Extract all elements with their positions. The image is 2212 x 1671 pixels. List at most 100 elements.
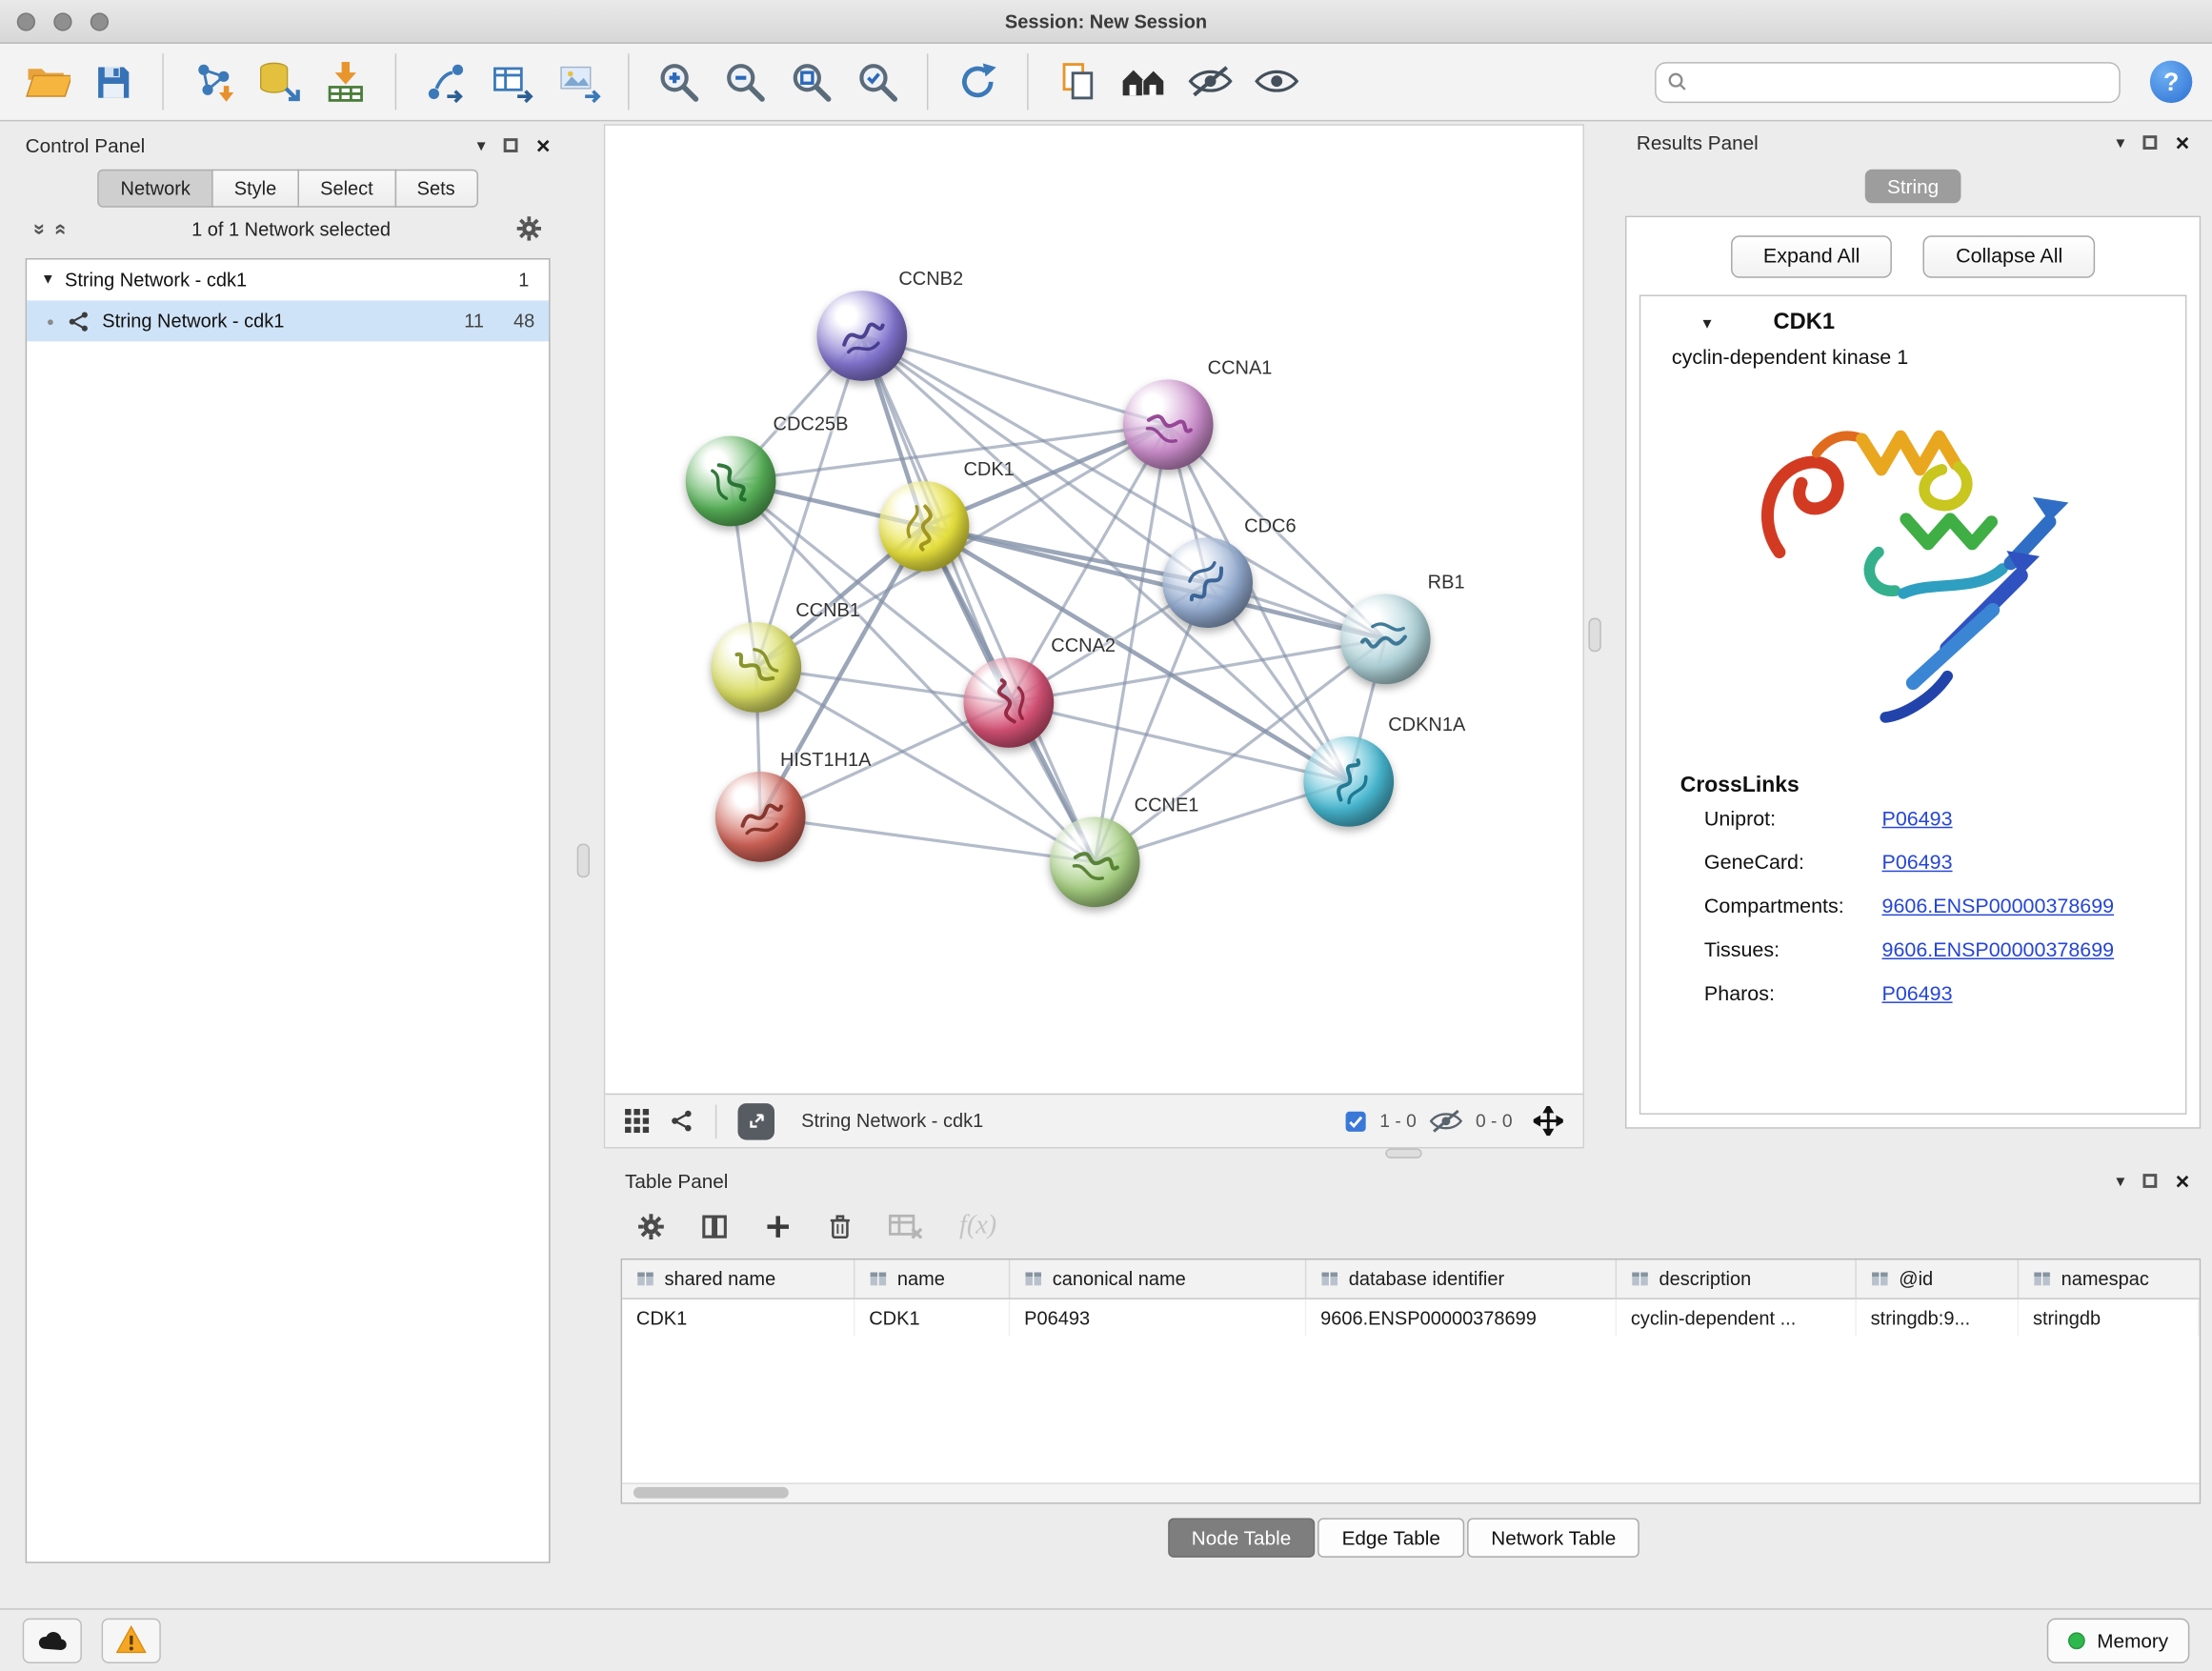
network-node-HIST1H1A[interactable] xyxy=(715,772,806,862)
splitter-handle-bottom[interactable] xyxy=(1385,1148,1422,1158)
panel-close-icon[interactable]: × xyxy=(536,133,551,157)
gear-icon[interactable] xyxy=(516,216,542,242)
new-network-from-selection-icon[interactable] xyxy=(419,53,473,110)
column-header[interactable]: shared name xyxy=(622,1259,855,1298)
selected-checkbox-icon[interactable] xyxy=(1344,1110,1367,1133)
collapse-all-button[interactable]: Collapse All xyxy=(1923,235,2095,277)
zoom-fit-icon[interactable] xyxy=(784,53,837,110)
network-node-CCNE1[interactable] xyxy=(1050,816,1140,907)
warnings-button[interactable] xyxy=(102,1618,161,1662)
tab-select[interactable]: Select xyxy=(297,170,395,208)
crosslink-link[interactable]: P06493 xyxy=(1882,798,1953,842)
section-collapse-icon[interactable]: ▾ xyxy=(1702,313,1711,333)
table-cell[interactable]: stringdb xyxy=(2019,1299,2200,1337)
network-collection-row[interactable]: ▼ String Network - cdk1 1 xyxy=(27,259,549,300)
help-button[interactable]: ? xyxy=(2150,61,2192,103)
table-settings-gear-icon[interactable] xyxy=(637,1213,664,1239)
column-header[interactable]: name xyxy=(855,1259,1010,1298)
column-header[interactable]: @id xyxy=(1857,1259,2019,1298)
show-columns-icon[interactable] xyxy=(701,1213,728,1239)
tab-style[interactable]: Style xyxy=(211,170,299,208)
control-panel-title: Control Panel xyxy=(26,134,146,157)
network-node-CCNA1[interactable] xyxy=(1123,379,1214,470)
panel-menu-icon[interactable]: ▾ xyxy=(2116,1171,2124,1191)
panel-close-icon[interactable]: × xyxy=(2176,1169,2190,1193)
network-node-CDKN1A[interactable] xyxy=(1303,736,1394,827)
expand-all-icon[interactable]: » xyxy=(50,223,70,234)
table-cell[interactable]: CDK1 xyxy=(622,1299,855,1337)
column-header[interactable]: description xyxy=(1617,1259,1857,1298)
panel-float-icon[interactable] xyxy=(504,138,518,152)
copy-document-icon[interactable] xyxy=(1051,53,1104,110)
table-cell[interactable]: cyclin-dependent ... xyxy=(1617,1299,1857,1337)
tree-expand-icon[interactable]: ▼ xyxy=(41,272,55,288)
network-row-selected[interactable]: ● String Network - cdk1 11 48 xyxy=(27,300,549,341)
save-session-icon[interactable] xyxy=(86,53,139,110)
toolbar-separator xyxy=(1027,53,1028,110)
tab-edge-table[interactable]: Edge Table xyxy=(1317,1518,1464,1557)
panel-menu-icon[interactable]: ▾ xyxy=(2116,132,2124,152)
splitter-handle-left[interactable] xyxy=(577,844,590,878)
table-row[interactable]: CDK1 CDK1 P06493 9606.ENSP00000378699 cy… xyxy=(622,1299,2200,1337)
network-node-RB1[interactable] xyxy=(1340,594,1431,684)
add-column-plus-icon[interactable] xyxy=(765,1213,792,1239)
crosslink-link[interactable]: P06493 xyxy=(1882,842,1953,886)
memory-button[interactable]: Memory xyxy=(2047,1618,2189,1662)
zoom-in-icon[interactable] xyxy=(652,53,705,110)
tab-network[interactable]: Network xyxy=(98,170,213,208)
zoom-selected-icon[interactable] xyxy=(851,53,904,110)
tab-node-table[interactable]: Node Table xyxy=(1168,1518,1316,1557)
show-eye-icon[interactable] xyxy=(1250,53,1303,110)
results-tab-string[interactable]: String xyxy=(1864,170,1961,204)
table-cell[interactable]: 9606.ENSP00000378699 xyxy=(1306,1299,1617,1337)
scrollbar-thumb[interactable] xyxy=(633,1487,789,1499)
toolbar-search[interactable] xyxy=(1655,61,2121,102)
network-node-CCNB2[interactable] xyxy=(816,291,907,381)
network-node-CDC25B[interactable] xyxy=(686,436,776,527)
table-cell[interactable]: P06493 xyxy=(1010,1299,1306,1337)
refresh-layout-icon[interactable] xyxy=(951,53,1004,110)
panel-menu-icon[interactable]: ▾ xyxy=(477,135,486,155)
table-horizontal-scrollbar[interactable] xyxy=(622,1482,2200,1502)
network-canvas[interactable]: CCNB2CCNA1CDC25BCDK1CDC6RB1CCNB1CCNA2CDK… xyxy=(605,126,1582,1094)
tab-sets[interactable]: Sets xyxy=(394,170,477,208)
network-node-CDC6[interactable] xyxy=(1162,537,1253,628)
export-image-icon[interactable] xyxy=(552,53,605,110)
close-window-button[interactable] xyxy=(17,12,35,30)
network-node-CDK1[interactable] xyxy=(879,481,970,572)
cloud-button[interactable] xyxy=(23,1618,82,1662)
column-header[interactable]: canonical name xyxy=(1010,1259,1306,1298)
table-cell[interactable]: stringdb:9... xyxy=(1857,1299,2019,1337)
houses-icon[interactable] xyxy=(1117,53,1171,110)
network-node-CCNA2[interactable] xyxy=(963,657,1054,748)
export-table-icon[interactable] xyxy=(485,53,538,110)
import-network-file-icon[interactable] xyxy=(186,53,239,110)
table-cell[interactable]: CDK1 xyxy=(855,1299,1010,1337)
pan-move-icon[interactable] xyxy=(1534,1106,1563,1136)
open-session-icon[interactable] xyxy=(20,53,73,110)
minimize-window-button[interactable] xyxy=(53,12,71,30)
column-header[interactable]: namespac xyxy=(2019,1259,2200,1298)
panel-float-icon[interactable] xyxy=(2143,135,2158,150)
network-share-icon[interactable] xyxy=(670,1109,694,1133)
hidden-eye-slash-icon[interactable] xyxy=(1429,1109,1463,1134)
panel-close-icon[interactable]: × xyxy=(2176,131,2190,154)
expand-all-button[interactable]: Expand All xyxy=(1731,235,1893,277)
crosslink-link[interactable]: 9606.ENSP00000378699 xyxy=(1882,930,2115,974)
import-network-database-icon[interactable] xyxy=(252,53,306,110)
maximize-window-button[interactable] xyxy=(90,12,109,30)
delete-column-trash-icon[interactable] xyxy=(828,1213,852,1239)
import-table-file-icon[interactable] xyxy=(319,53,372,110)
crosslink-link[interactable]: P06493 xyxy=(1882,974,1953,1017)
grid-view-icon[interactable] xyxy=(625,1109,649,1133)
search-input[interactable] xyxy=(1696,70,2107,93)
splitter-handle-right[interactable] xyxy=(1588,618,1600,653)
crosslink-link[interactable]: 9606.ENSP00000378699 xyxy=(1882,886,2115,930)
panel-float-icon[interactable] xyxy=(2143,1174,2158,1188)
tab-network-table[interactable]: Network Table xyxy=(1467,1518,1639,1557)
detach-view-button[interactable] xyxy=(738,1102,775,1139)
zoom-out-icon[interactable] xyxy=(718,53,772,110)
network-node-CCNB1[interactable] xyxy=(711,622,801,713)
hide-selected-eye-icon[interactable] xyxy=(1183,53,1237,110)
column-header[interactable]: database identifier xyxy=(1306,1259,1617,1298)
